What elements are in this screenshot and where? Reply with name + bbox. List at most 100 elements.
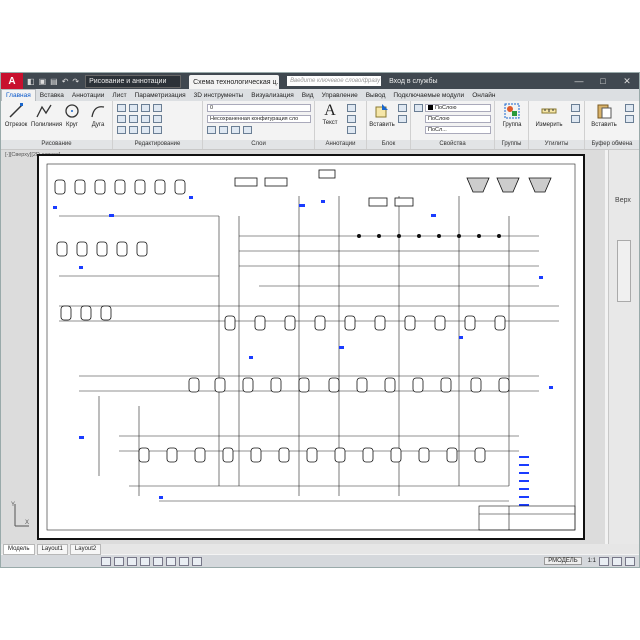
workspace-switch-icon[interactable] [599, 556, 609, 566]
layout-tabs: Модель Layout1 Layout2 [1, 543, 639, 555]
mirror-icon[interactable] [129, 115, 138, 123]
save-file-icon[interactable]: ▤ [50, 77, 58, 86]
properties-panel-label[interactable]: Свойства [411, 140, 494, 149]
cut-icon[interactable] [625, 104, 634, 112]
layers-panel: 0 Несохраненная конфигурация сло Слои [203, 101, 315, 149]
maximize-button[interactable]: □ [591, 73, 615, 89]
new-file-icon[interactable]: ◧ [27, 77, 35, 86]
scale-icon[interactable] [129, 126, 138, 134]
layer-state-dropdown[interactable]: Несохраненная конфигурация сло [207, 115, 311, 123]
calculator-icon[interactable] [571, 104, 580, 112]
arc-tool-button[interactable]: Дуга [85, 103, 111, 128]
layer-lock-icon[interactable] [243, 126, 252, 134]
color-value: ПоСлою [435, 105, 457, 111]
osnap-icon[interactable] [153, 556, 163, 566]
search-input[interactable]: Введите ключевое слово/фразу [287, 76, 382, 86]
close-button[interactable]: ✕ [615, 73, 639, 89]
fillet-icon[interactable] [141, 115, 150, 123]
tab-annotate[interactable]: Аннотации [68, 90, 109, 101]
fullscreen-icon[interactable] [625, 556, 635, 566]
tab-layout1[interactable]: Layout1 [36, 543, 68, 555]
sign-in-button[interactable]: Вход в службы [389, 78, 437, 85]
quick-select-icon[interactable] [571, 115, 580, 123]
tab-online[interactable]: Онлайн [468, 90, 499, 101]
tab-render[interactable]: Визуализация [247, 90, 298, 101]
array-icon[interactable] [141, 126, 150, 134]
redo-icon[interactable]: ↷ [72, 77, 79, 86]
line-tool-label: Отрезок [4, 122, 28, 128]
erase-icon[interactable] [153, 104, 162, 112]
properties-panel: ПоСлою ПоСлою ПоСл... Свойства [411, 101, 495, 149]
polar-icon[interactable] [140, 556, 150, 566]
tab-output[interactable]: Вывод [362, 90, 390, 101]
dimension-icon[interactable] [347, 104, 356, 112]
snap-icon[interactable] [101, 556, 111, 566]
draw-panel-label[interactable]: Рисование [1, 140, 112, 149]
otrack-icon[interactable] [166, 556, 176, 566]
move-icon[interactable] [117, 104, 126, 112]
annotation-scale[interactable]: 1:1 [588, 558, 596, 564]
nav-tools[interactable] [617, 240, 631, 302]
lock-ui-icon[interactable] [612, 556, 622, 566]
tab-parametric[interactable]: Параметризация [131, 90, 190, 101]
transparency-icon[interactable] [192, 556, 202, 566]
table-icon[interactable] [347, 126, 356, 134]
undo-icon[interactable]: ↶ [62, 77, 69, 86]
color-dropdown[interactable]: ПоСлою [425, 104, 491, 112]
trim-icon[interactable] [141, 104, 150, 112]
open-file-icon[interactable]: ▣ [39, 77, 47, 86]
copy-icon[interactable] [117, 115, 126, 123]
layer-freeze-icon[interactable] [231, 126, 240, 134]
copy-clip-icon[interactable] [625, 115, 634, 123]
edit-block-icon[interactable] [398, 115, 407, 123]
model-space-button[interactable]: РМОДЕЛЬ [544, 557, 582, 565]
tab-insert[interactable]: Вставка [36, 90, 68, 101]
layers-panel-label[interactable]: Слои [203, 140, 314, 149]
lineweight-icon[interactable] [179, 556, 189, 566]
ortho-icon[interactable] [127, 556, 137, 566]
stretch-icon[interactable] [117, 126, 126, 134]
workspace-dropdown[interactable]: Рисование и аннотации [85, 74, 182, 88]
clipboard-panel-label[interactable]: Буфер обмена [585, 140, 639, 149]
create-block-icon[interactable] [398, 104, 407, 112]
layer-properties-icon[interactable] [207, 126, 216, 134]
tab-home[interactable]: Главная [1, 89, 36, 101]
drawing-canvas[interactable]: [-][Сверху][2D-каркас] Y X [1, 150, 605, 544]
tab-view[interactable]: Вид [298, 90, 318, 101]
layer-off-icon[interactable] [219, 126, 228, 134]
viewcube[interactable]: Верх [609, 190, 637, 212]
paste-button[interactable]: Вставить [589, 103, 619, 128]
lineweight-dropdown[interactable]: ПоСл... [425, 126, 491, 134]
tab-layout[interactable]: Лист [108, 90, 130, 101]
leader-icon[interactable] [347, 115, 356, 123]
equipment-units [54, 169, 510, 463]
annotation-panel-label[interactable]: Аннотации [315, 140, 366, 149]
tab-addins[interactable]: Подключаемые модули [389, 90, 468, 101]
layer-dropdown[interactable]: 0 [207, 104, 311, 112]
line-tool-button[interactable]: Отрезок [3, 103, 29, 128]
block-panel-label[interactable]: Блок [367, 140, 410, 149]
application-menu-button[interactable]: A [1, 73, 23, 89]
tab-manage[interactable]: Управление [318, 90, 362, 101]
explode-icon[interactable] [153, 115, 162, 123]
tab-model[interactable]: Модель [3, 543, 35, 555]
modify-panel-label[interactable]: Редактирование [113, 140, 202, 149]
tab-layout2[interactable]: Layout2 [69, 543, 102, 555]
rotate-icon[interactable] [129, 104, 138, 112]
match-properties-icon[interactable] [414, 104, 423, 112]
offset-icon[interactable] [153, 126, 162, 134]
group-button[interactable]: Группа [499, 103, 525, 128]
document-tab[interactable]: Схема технологическая ц... [189, 75, 280, 89]
tab-3d-tools[interactable]: 3D инструменты [190, 90, 248, 101]
grid-icon[interactable] [114, 556, 124, 566]
text-tool-button[interactable]: A Текст [317, 103, 343, 127]
polyline-tool-button[interactable]: Полилиния [31, 103, 62, 128]
linetype-dropdown[interactable]: ПоСлою [425, 115, 491, 123]
groups-panel-label[interactable]: Группы [495, 140, 528, 149]
block-panel: Вставить Блок [367, 101, 411, 149]
circle-tool-button[interactable]: Круг [59, 103, 85, 128]
minimize-button[interactable]: — [567, 73, 591, 89]
measure-button[interactable]: Измерить [533, 103, 565, 128]
utilities-panel-label[interactable]: Утилиты [529, 140, 584, 149]
insert-block-button[interactable]: Вставить [369, 103, 395, 128]
